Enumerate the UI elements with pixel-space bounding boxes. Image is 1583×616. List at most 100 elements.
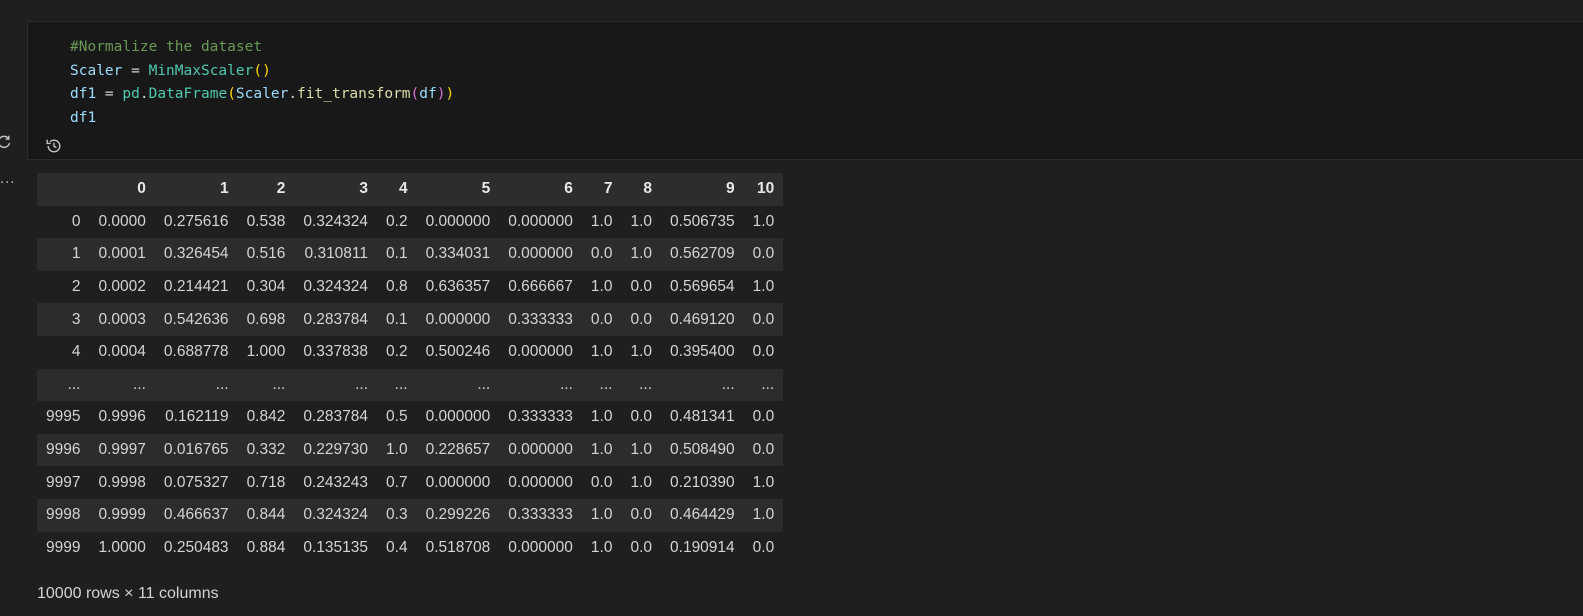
table-cell: 0.283784 <box>303 408 369 426</box>
table-row: 2 0.0002 0.214421 0.304 0.324324 0.8 0.636357 0… <box>37 270 784 304</box>
code-token: ( <box>227 86 236 102</box>
notebook-page: ... #Normalize the dataset Scaler = MinM… <box>0 0 1583 616</box>
row-index: ... <box>67 375 81 393</box>
table-row: 0 0.0000 0.275616 0.538 0.324324 0.2 0.000000 0… <box>37 205 784 239</box>
code-token: = <box>122 62 149 79</box>
table-cell: 0.337838 <box>303 343 369 361</box>
table-cell: 0.516 <box>246 245 286 263</box>
table-cell: 0.0 <box>752 310 775 328</box>
dataframe-shape-label: 10000 rows × 11 columns <box>37 585 219 602</box>
table-cell: 0.562709 <box>670 245 735 263</box>
table-cell: 1.0 <box>752 212 775 230</box>
table-cell: 1.0 <box>630 212 653 230</box>
table-cell: 0.5 <box>386 408 408 426</box>
code-token: Scaler <box>235 86 289 102</box>
column-header: 4 <box>398 180 408 198</box>
table-cell: 0.395400 <box>670 343 735 361</box>
table-cell: 0.324324 <box>303 212 369 230</box>
column-header: 8 <box>643 180 653 198</box>
table-cell: 1.0 <box>590 343 613 361</box>
table-cell: 0.688778 <box>163 343 229 361</box>
column-header: 2 <box>276 180 286 198</box>
table-cell: 0.210390 <box>670 473 735 491</box>
table-cell: 0.000000 <box>425 473 491 491</box>
table-row: .................................... <box>37 368 784 402</box>
table-cell: 0.0000 <box>98 212 146 230</box>
table-cell: 0.0 <box>752 245 775 263</box>
row-index: 9995 <box>46 408 81 426</box>
table-cell: 0.299226 <box>425 506 491 524</box>
table-cell: 0.228657 <box>425 441 491 459</box>
table-row: 9998 0.9999 0.466637 0.844 0.324324 0.3 0.2992… <box>37 498 784 532</box>
table-cell: 0.0 <box>630 506 653 524</box>
table-cell: 0.0 <box>630 408 653 426</box>
code-cell[interactable]: #Normalize the dataset Scaler = MinMaxSc… <box>27 21 1583 160</box>
table-header-row: 0 1 2 3 4 5 6 7 8 9 10 <box>37 173 784 206</box>
table-cell: 0.2 <box>386 212 408 230</box>
table-row: 9999 1.0000 0.250483 0.884 0.135135 0.4 0.5187… <box>37 531 784 565</box>
table-cell: 0.283784 <box>303 310 369 328</box>
table-cell: ... <box>394 375 408 393</box>
table-body: 0 0.0000 0.275616 0.538 0.324324 0.2 0.000000 0… <box>37 205 784 565</box>
dataframe-table: 0 1 2 3 4 5 6 7 8 9 10 0 0.0000 0.275616 0.538 0.32432… <box>37 173 784 565</box>
table-cell: 0.250483 <box>163 538 229 556</box>
row-index: 1 <box>71 245 81 263</box>
table-cell: 0.000000 <box>508 212 573 230</box>
table-cell: 1.0 <box>590 408 613 426</box>
table-cell: 0.229730 <box>303 441 369 459</box>
column-header: 6 <box>564 180 573 198</box>
table-cell: 0.332 <box>246 441 286 459</box>
table-cell: 1.0 <box>590 441 613 459</box>
table-cell: 0.135135 <box>303 538 369 556</box>
table-cell: 1.0 <box>752 506 775 524</box>
table-cell: 0.884 <box>246 538 286 556</box>
history-icon[interactable] <box>45 137 63 155</box>
column-header: 5 <box>481 180 491 198</box>
table-cell: 0.0004 <box>98 343 146 361</box>
column-header <box>37 173 89 206</box>
row-index: 0 <box>71 212 81 230</box>
table-cell: 1.0 <box>752 278 775 296</box>
table-cell: 0.0002 <box>98 278 146 296</box>
table-cell: 0.698 <box>246 310 286 328</box>
table-cell: 1.0 <box>590 278 613 296</box>
row-index: 9997 <box>46 473 81 491</box>
row-index: 2 <box>71 278 81 296</box>
code-editor[interactable]: #Normalize the dataset Scaler = MinMaxSc… <box>70 36 454 130</box>
table-cell: 0.016765 <box>163 441 229 459</box>
table-cell: 0.0 <box>630 278 653 296</box>
table-cell: 0.469120 <box>670 310 735 328</box>
table-cell: 0.7 <box>386 473 408 491</box>
table-cell: 0.333333 <box>508 408 573 426</box>
table-cell: ... <box>639 375 653 393</box>
table-cell: 1.000 <box>246 343 286 361</box>
table-cell: 0.506735 <box>670 212 735 230</box>
table-cell: 0.0 <box>630 310 653 328</box>
code-token: ) <box>262 62 271 79</box>
table-cell: 0.538 <box>246 212 286 230</box>
table-cell: 0.0 <box>752 408 775 426</box>
table-cell: 0.162119 <box>165 408 229 426</box>
table-cell: 0.842 <box>246 408 286 426</box>
table-cell: ... <box>559 375 573 393</box>
table-cell: 0.718 <box>246 473 286 491</box>
table-cell: 0.000000 <box>425 408 491 426</box>
table-cell: 0.464429 <box>670 506 735 524</box>
table-cell: ... <box>272 375 286 393</box>
table-cell: 0.000000 <box>508 473 573 491</box>
table-cell: 0.9996 <box>98 408 146 426</box>
table-cell: 1.0 <box>590 212 613 230</box>
table-cell: 1.0 <box>630 441 653 459</box>
table-cell: 0.0 <box>590 310 613 328</box>
table-cell: 0.508490 <box>670 441 735 459</box>
table-cell: 0.8 <box>386 278 408 296</box>
code-token: DataFrame <box>148 86 228 102</box>
table-cell: ... <box>355 375 369 393</box>
refresh-icon[interactable] <box>0 134 12 150</box>
table-cell: 0.075327 <box>163 473 229 491</box>
table-cell: 0.500246 <box>425 343 491 361</box>
table-cell: 0.0 <box>752 343 775 361</box>
more-actions-icon[interactable]: ... <box>0 173 15 186</box>
table-cell: 0.0 <box>752 538 775 556</box>
table-cell: 0.0 <box>630 538 653 556</box>
